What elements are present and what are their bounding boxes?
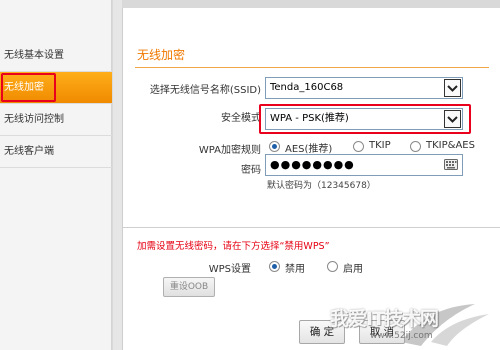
ssid-value: Tenda_160C68 (270, 82, 344, 93)
chevron-down-icon[interactable] (444, 110, 461, 128)
sidebar-gap (113, 0, 122, 350)
password-value: ●●●●●●●● (270, 158, 355, 171)
wpa-rule-label: WPA加密规则 (198, 145, 261, 156)
security-mode-select[interactable]: WPA - PSK(推荐) (265, 108, 463, 130)
chevron-down-icon[interactable] (444, 79, 461, 97)
radio-tkip-aes-label: TKIP&AES (426, 140, 475, 151)
wps-notice: 加需设置无线密码，请在下方选择“禁用WPS” (137, 241, 330, 252)
ssid-select[interactable]: Tenda_160C68 (265, 77, 463, 99)
ssid-label: 选择无线信号名称(SSID) (149, 85, 261, 96)
watermark-logo (401, 304, 489, 346)
sidebar-item-wireless-clients[interactable]: 无线客户端 (0, 136, 112, 168)
wps-label: WPS设置 (208, 264, 251, 275)
security-mode-value: WPA - PSK(推荐) (270, 113, 349, 124)
sidebar-item-wireless-access-control[interactable]: 无线访问控制 (0, 104, 112, 136)
password-default-hint: 默认密码为（12345678） (267, 181, 376, 191)
ok-button[interactable]: 确 定 (299, 320, 345, 344)
sidebar: 无线基本设置 无线加密 无线访问控制 无线客户端 (0, 0, 112, 350)
radio-tkip[interactable] (353, 141, 364, 152)
radio-wps-disable-label: 禁用 (285, 264, 305, 275)
section-title: 无线加密 (137, 48, 186, 62)
security-mode-label: 安全模式 (221, 113, 261, 124)
main-panel: 无线加密 选择无线信号名称(SSID) Tenda_160C68 安全模式 WP… (122, 8, 500, 350)
radio-wps-disable[interactable] (269, 261, 280, 272)
radio-wps-enable[interactable] (327, 261, 338, 272)
wps-section-divider (123, 227, 500, 228)
password-label: 密码 (241, 165, 261, 176)
radio-aes[interactable] (269, 141, 280, 152)
keyboard-icon[interactable] (444, 159, 458, 170)
sidebar-item-wireless-security[interactable]: 无线加密 (0, 72, 112, 104)
sidebar-item-wireless-basic[interactable]: 无线基本设置 (0, 40, 112, 72)
cancel-button[interactable]: 取 消 (359, 320, 405, 344)
radio-aes-label: AES(推荐) (285, 144, 333, 155)
radio-tkip-label: TKIP (369, 140, 391, 151)
section-divider (135, 67, 489, 68)
radio-wps-enable-label: 启用 (343, 264, 363, 275)
reset-oob-button[interactable]: 重设OOB (163, 277, 215, 297)
password-input[interactable]: ●●●●●●●● (265, 154, 463, 176)
radio-tkip-aes[interactable] (410, 141, 421, 152)
